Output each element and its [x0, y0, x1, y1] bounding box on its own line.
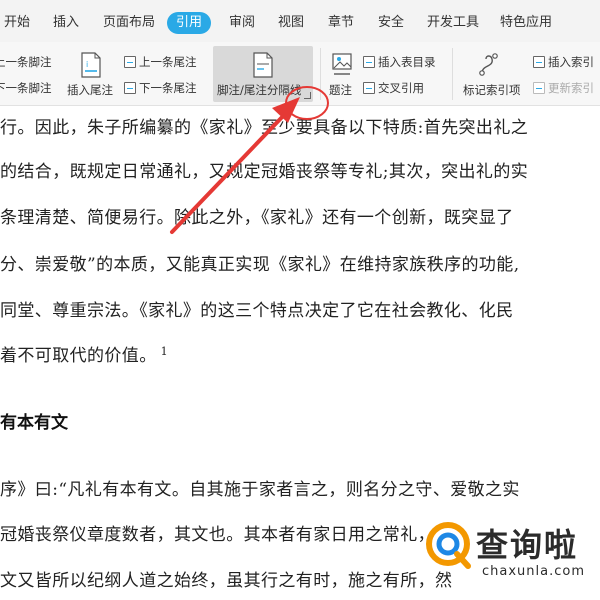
insert-index-icon: [533, 56, 545, 68]
watermark-brand: 查询啦: [476, 526, 579, 564]
cross-reference-label: 交叉引用: [378, 81, 424, 95]
footnote-reference[interactable]: 1: [161, 345, 168, 358]
caption-icon: [332, 53, 352, 75]
mark-index-entry-label: 标记索引项: [463, 83, 521, 97]
tab-features[interactable]: 特色应用: [500, 12, 552, 34]
insert-endnote-label: 插入尾注: [67, 83, 113, 97]
footnote-separator-label: 脚注/尾注分隔线: [217, 83, 302, 97]
document-line: 文又皆所以纪纲人道之始终，虽其行之有时，施之有所，然: [0, 571, 453, 591]
tab-page-layout[interactable]: 页面布局: [103, 12, 155, 34]
document-line: 分、崇爱敬”的本质，又能真正实现《家礼》在维持家族秩序的功能,: [0, 255, 520, 275]
ribbon-separator: [452, 48, 453, 100]
tab-security[interactable]: 安全: [378, 12, 404, 34]
insert-endnote-button[interactable]: 插入尾注: [67, 82, 113, 98]
tab-developer[interactable]: 开发工具: [427, 12, 479, 34]
caption-button[interactable]: 题注: [329, 82, 352, 98]
update-index-button[interactable]: 更新索引: [533, 80, 594, 96]
prev-endnote-label: 上一条尾注: [139, 55, 197, 69]
watermark-domain: chaxunla.com: [482, 564, 585, 579]
svg-text:i: i: [86, 60, 88, 69]
watermark: 查询啦 chaxunla.com: [418, 516, 600, 600]
document-line: 的结合，既规定日常通礼，又规定冠婚丧祭等专礼;其次，突出礼的实: [0, 162, 529, 182]
document-line: 冠婚丧祭仪章度数者，其文也。其本者有家日用之常礼，: [0, 525, 435, 545]
mark-index-entry-icon: [479, 53, 498, 76]
ribbon-separator: [320, 48, 321, 100]
cross-reference-button[interactable]: 交叉引用: [363, 80, 424, 96]
prev-footnote-label: 上一条脚注: [0, 55, 52, 69]
next-footnote-button[interactable]: 下一条脚注: [0, 80, 52, 96]
tab-view[interactable]: 视图: [278, 12, 304, 34]
watermark-logo-icon: [426, 522, 471, 569]
prev-endnote-button[interactable]: 上一条尾注: [124, 54, 197, 70]
update-index-icon: [533, 82, 545, 94]
document-line: 行。因此，朱子所编纂的《家礼》至少要具备以下特质:首先突出礼之: [0, 118, 529, 138]
document-line: 序》曰:“凡礼有本有文。自其施于家者言之，则名分之守、爱敬之实: [0, 480, 520, 500]
document-line: 着不可取代的价值。 1: [0, 341, 168, 366]
prev-footnote-button[interactable]: 上一条脚注: [0, 54, 52, 70]
tab-references[interactable]: 引用: [167, 12, 212, 34]
insert-endnote-icon: i: [81, 52, 101, 78]
next-endnote-button[interactable]: 下一条尾注: [124, 80, 197, 96]
document-line: 同堂、尊重宗法。《家礼》的这三个特点决定了它在社会教化、化民: [0, 301, 514, 321]
footnote-separator-icon: [253, 52, 273, 78]
dialog-launcher-icon[interactable]: [304, 92, 311, 99]
caption-label: 题注: [329, 83, 352, 97]
next-endnote-label: 下一条尾注: [139, 81, 197, 95]
insert-table-of-figures-button[interactable]: 插入表目录: [363, 54, 436, 70]
section-heading: 有本有文: [0, 413, 68, 433]
table-of-figures-icon: [363, 56, 375, 68]
insert-index-button[interactable]: 插入索引: [533, 54, 594, 70]
menu-tab-bar: 开始 插入 页面布局 引用 审阅 视图 章节 安全 开发工具 特色应用: [0, 0, 600, 42]
insert-index-label: 插入索引: [548, 55, 594, 69]
mark-index-entry-button[interactable]: 标记索引项: [463, 82, 521, 98]
next-footnote-label: 下一条脚注: [0, 81, 52, 95]
prev-endnote-icon: [124, 56, 136, 68]
tab-insert[interactable]: 插入: [53, 12, 79, 34]
tab-home[interactable]: 开始: [4, 12, 30, 34]
footnote-separator-button[interactable]: 脚注/尾注分隔线: [217, 82, 301, 98]
next-endnote-icon: [124, 82, 136, 94]
tab-review[interactable]: 审阅: [229, 12, 255, 34]
insert-table-of-figures-label: 插入表目录: [378, 55, 436, 69]
document-line-text: 着不可取代的价值。: [0, 346, 157, 366]
update-index-label: 更新索引: [548, 81, 594, 95]
document-line: 条理清楚、简便易行。除此之外，《家礼》还有一个创新，既突显了: [0, 208, 514, 228]
cross-reference-icon: [363, 82, 375, 94]
tab-chapter[interactable]: 章节: [328, 12, 354, 34]
